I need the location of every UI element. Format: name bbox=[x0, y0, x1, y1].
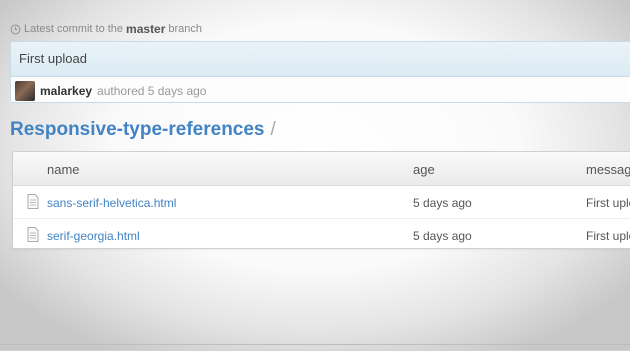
branch-name[interactable]: master bbox=[126, 22, 165, 36]
clock-icon bbox=[10, 24, 21, 34]
authored-time: authored 5 days ago bbox=[97, 83, 207, 98]
file-icon bbox=[27, 227, 39, 242]
file-icon bbox=[27, 194, 39, 209]
table-row: sans-serif-helvetica.html 5 days ago Fir… bbox=[13, 186, 630, 219]
avatar[interactable] bbox=[15, 80, 35, 101]
repo-name-link[interactable]: Responsive-type-references bbox=[10, 119, 265, 140]
header-name: name bbox=[47, 162, 80, 177]
latest-commit-prefix: Latest commit to the bbox=[24, 23, 124, 35]
file-link[interactable]: sans-serif-helvetica.html bbox=[47, 196, 176, 210]
commit-box: First upload malarkey authored 5 days ag… bbox=[10, 41, 630, 103]
file-link[interactable]: serif-georgia.html bbox=[47, 229, 140, 243]
commit-message[interactable]: First upload bbox=[11, 42, 630, 77]
repo-breadcrumb: Responsive-type-references / bbox=[10, 119, 276, 141]
file-message[interactable]: First upload bbox=[586, 196, 630, 210]
file-age: 5 days ago bbox=[413, 229, 472, 243]
header-age: age bbox=[413, 162, 435, 177]
table-header: name age message bbox=[13, 152, 630, 186]
latest-commit-meta: Latest commit to the master branch bbox=[10, 22, 202, 36]
author-name[interactable]: malarkey bbox=[40, 84, 92, 98]
branch-suffix: branch bbox=[168, 23, 203, 35]
path-separator: / bbox=[270, 119, 276, 140]
table-row: serif-georgia.html 5 days ago First uplo… bbox=[13, 219, 630, 248]
header-message: message bbox=[586, 162, 630, 177]
file-table: name age message sans-serif-helvetica.ht… bbox=[12, 151, 630, 249]
file-message[interactable]: First upload bbox=[586, 229, 630, 243]
file-age: 5 days ago bbox=[413, 196, 472, 210]
commit-author-row: malarkey authored 5 days ago bbox=[11, 77, 630, 102]
